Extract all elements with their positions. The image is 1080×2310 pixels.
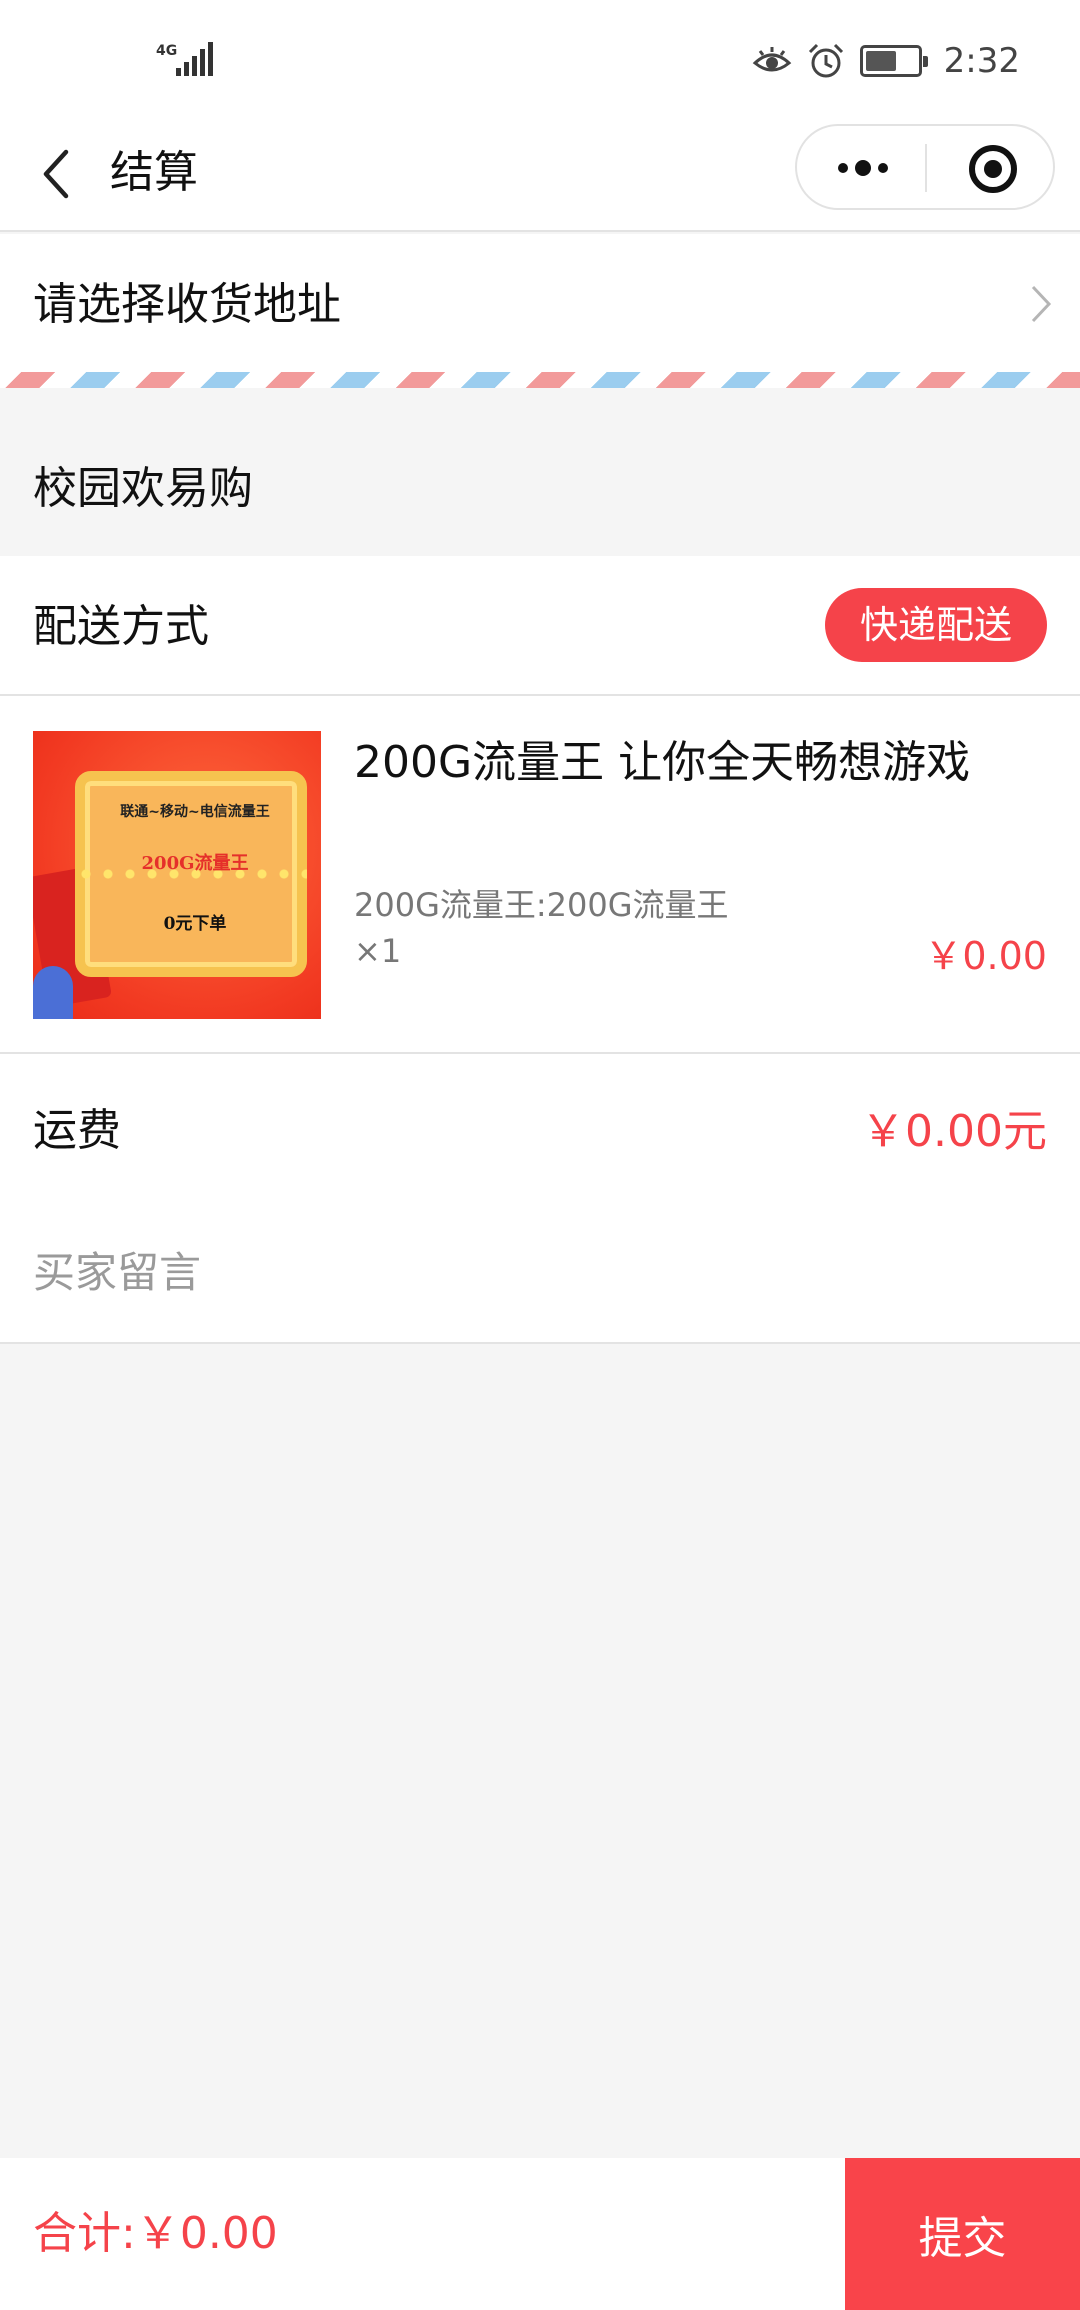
product-image-headline: 200G流量王 bbox=[141, 853, 249, 874]
product-image-caption: 联通~移动~电信流量王 bbox=[120, 804, 270, 820]
airmail-border bbox=[0, 372, 1080, 388]
submit-button[interactable]: 提交 bbox=[845, 2158, 1080, 2310]
more-icon[interactable] bbox=[833, 156, 893, 180]
address-placeholder: 请选择收货地址 bbox=[33, 279, 341, 330]
target-icon[interactable] bbox=[967, 143, 1019, 195]
page-title: 结算 bbox=[110, 147, 198, 198]
mini-program-capsule bbox=[795, 124, 1055, 210]
address-selector[interactable]: 请选择收货地址 bbox=[0, 234, 1080, 372]
buyer-message-input[interactable] bbox=[33, 1240, 1047, 1304]
battery-icon bbox=[859, 45, 928, 77]
delivery-label: 配送方式 bbox=[33, 601, 209, 652]
status-icons: 2:32 bbox=[752, 38, 1020, 84]
delivery-method-row: 配送方式 快递配送 bbox=[0, 556, 1080, 696]
back-icon[interactable] bbox=[36, 144, 76, 204]
capsule-divider bbox=[925, 144, 927, 192]
checkout-footer: 合计:￥0.00 提交 bbox=[0, 2158, 1080, 2310]
product-spec: 200G流量王:200G流量王 bbox=[354, 886, 729, 924]
freight-value: ￥0.00元 bbox=[861, 1106, 1047, 1157]
shop-name: 校园欢易购 bbox=[33, 463, 253, 514]
status-bar: 4G 2:32 bbox=[0, 0, 1080, 120]
status-time: 2:32 bbox=[943, 41, 1020, 81]
eye-icon bbox=[752, 47, 791, 72]
product-price: ￥0.00 bbox=[924, 934, 1047, 978]
product-image: 联通~移动~电信流量王 200G流量王 0元下单 bbox=[33, 731, 321, 1019]
freight-row: 运费 ￥0.00元 bbox=[0, 1054, 1080, 1206]
alarm-icon bbox=[808, 43, 843, 78]
order-total: 合计:￥0.00 bbox=[33, 2208, 278, 2259]
chevron-right-icon bbox=[1031, 285, 1052, 323]
buyer-message-row bbox=[0, 1206, 1080, 1344]
freight-label: 运费 bbox=[33, 1105, 121, 1156]
shop-header: 校园欢易购 bbox=[0, 388, 1080, 556]
product-item[interactable]: 联通~移动~电信流量王 200G流量王 0元下单 200G流量王 让你全天畅想游… bbox=[0, 696, 1080, 1054]
product-image-tagline: 0元下单 bbox=[163, 914, 227, 934]
product-title: 200G流量王 让你全天畅想游戏 bbox=[354, 737, 971, 788]
network-type: 4G bbox=[156, 43, 178, 59]
delivery-method-badge[interactable]: 快递配送 bbox=[825, 588, 1047, 662]
signal-icon: 4G bbox=[156, 40, 216, 80]
nav-bar: 结算 bbox=[0, 120, 1080, 232]
product-quantity: ×1 bbox=[354, 932, 402, 970]
